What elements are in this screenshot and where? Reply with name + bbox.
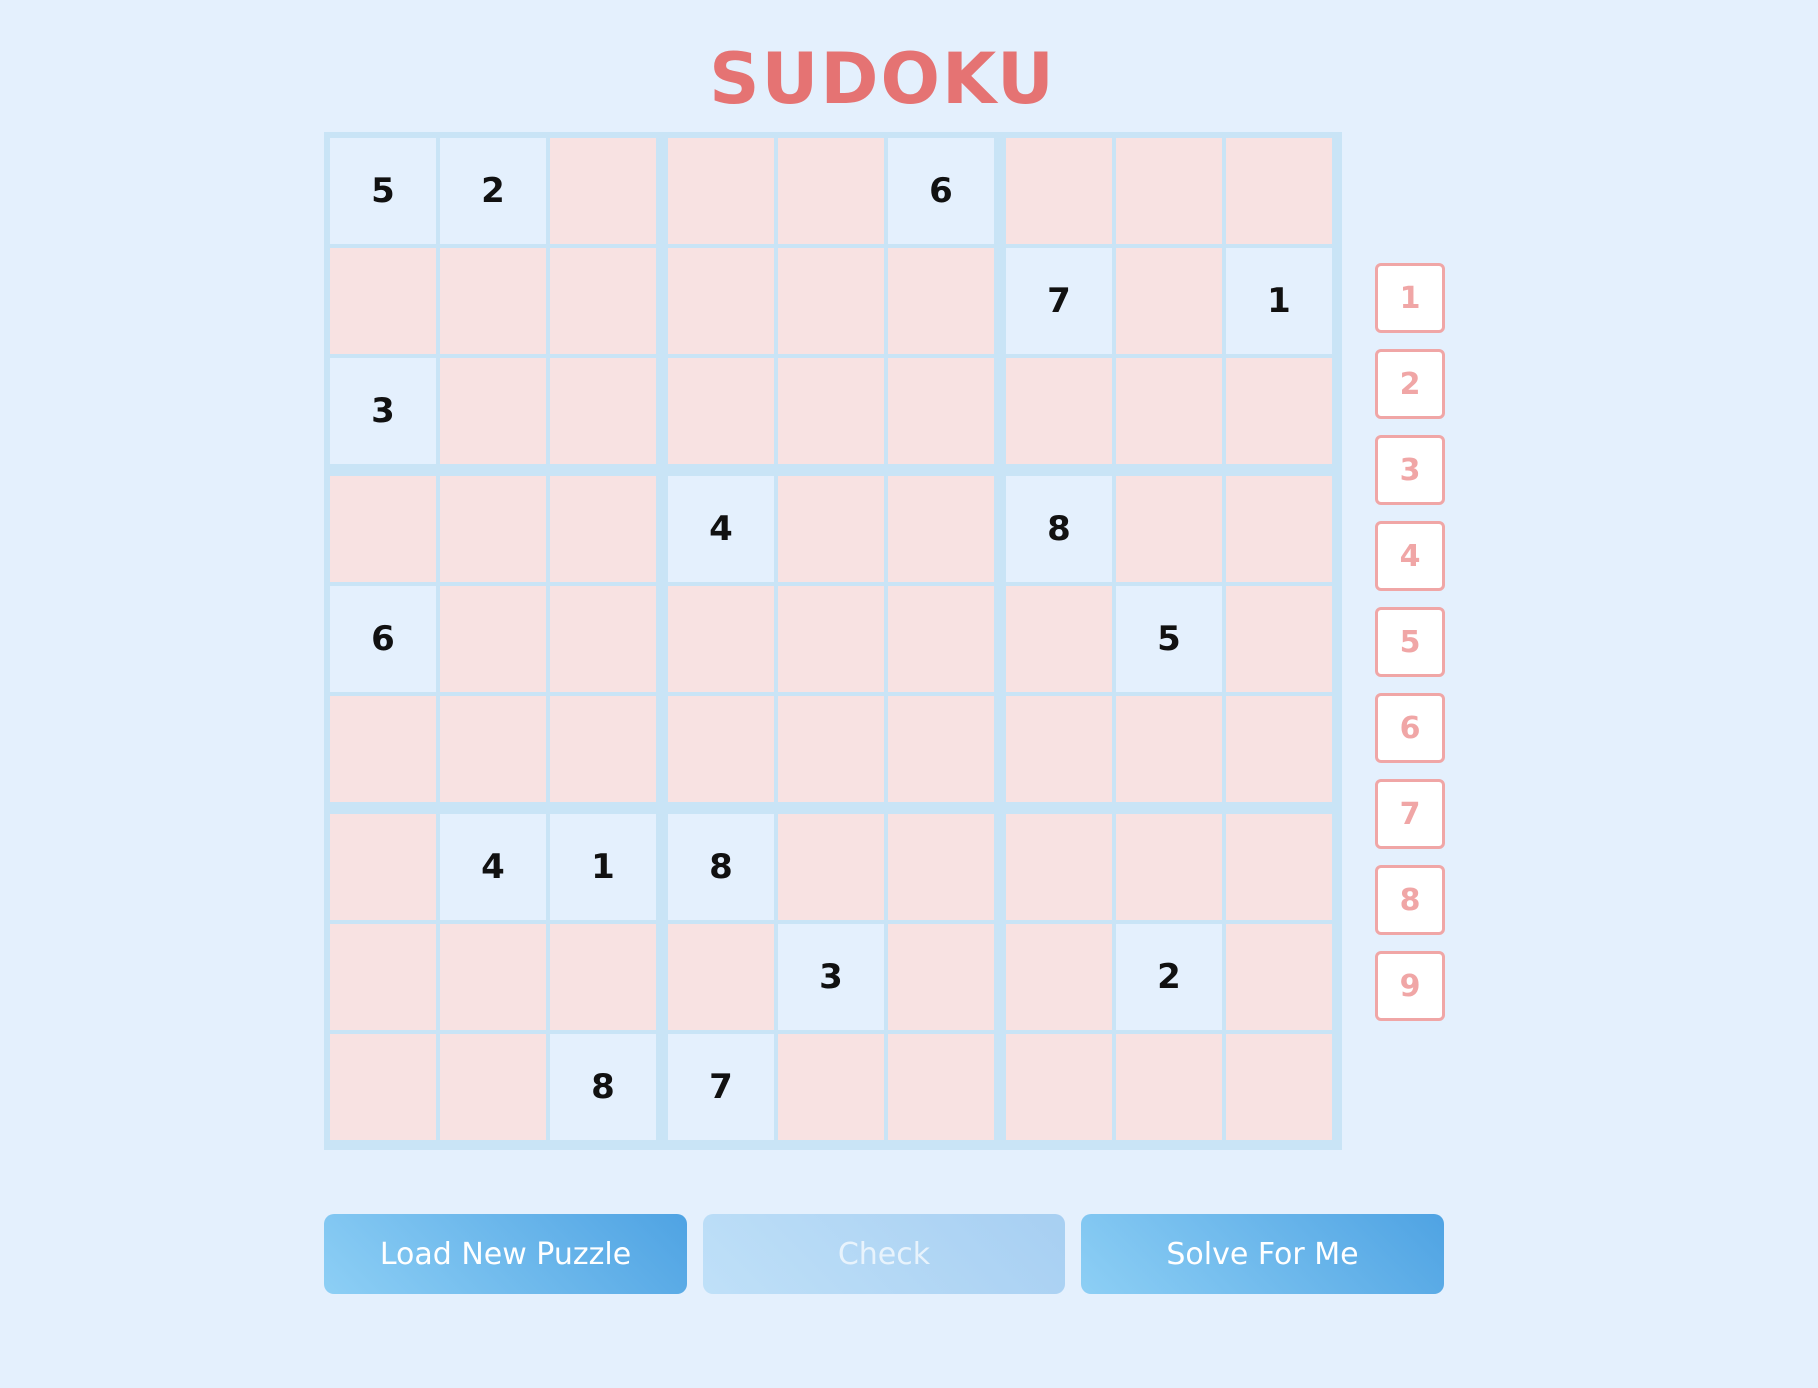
board-cell[interactable]	[1226, 358, 1332, 464]
number-pad-button[interactable]: 1	[1375, 263, 1445, 333]
board-cell[interactable]	[1116, 248, 1222, 354]
board-cell[interactable]	[1226, 814, 1332, 920]
board-cell[interactable]	[778, 476, 884, 582]
board-cell[interactable]	[778, 696, 884, 802]
board-cell[interactable]	[440, 586, 546, 692]
board-cell[interactable]	[550, 248, 656, 354]
board-cell[interactable]: 1	[1226, 248, 1332, 354]
number-pad-button[interactable]: 6	[1375, 693, 1445, 763]
board-cell[interactable]	[330, 248, 436, 354]
board-cell[interactable]	[778, 814, 884, 920]
board-cell[interactable]	[888, 476, 994, 582]
board-cell[interactable]: 4	[668, 476, 774, 582]
board-cell[interactable]	[1006, 814, 1112, 920]
board-cell[interactable]	[1116, 696, 1222, 802]
board-cell[interactable]	[550, 138, 656, 244]
board-cell[interactable]	[330, 696, 436, 802]
board-cell[interactable]: 2	[1116, 924, 1222, 1030]
board-cell[interactable]	[668, 358, 774, 464]
check-button[interactable]: Check	[703, 1214, 1065, 1294]
board-cell[interactable]	[1116, 358, 1222, 464]
board-cell[interactable]: 3	[778, 924, 884, 1030]
board-cell[interactable]	[1116, 138, 1222, 244]
board-cell[interactable]	[668, 138, 774, 244]
board-cell[interactable]	[550, 358, 656, 464]
board-cell[interactable]	[1226, 586, 1332, 692]
board-cell[interactable]	[888, 586, 994, 692]
board-cell[interactable]	[1006, 586, 1112, 692]
page-title: SUDOKU	[709, 38, 1056, 120]
board-cell[interactable]	[668, 696, 774, 802]
board-cell[interactable]: 7	[1006, 248, 1112, 354]
board-cell[interactable]	[778, 1034, 884, 1140]
load-new-puzzle-button[interactable]: Load New Puzzle	[324, 1214, 687, 1294]
board-cell[interactable]	[1006, 696, 1112, 802]
board-cell[interactable]	[888, 696, 994, 802]
board-cell[interactable]	[550, 924, 656, 1030]
board-cell[interactable]: 8	[550, 1034, 656, 1140]
board-cell[interactable]: 6	[888, 138, 994, 244]
solve-for-me-button[interactable]: Solve For Me	[1081, 1214, 1444, 1294]
number-pad-button[interactable]: 4	[1375, 521, 1445, 591]
board-cell[interactable]: 7	[668, 1034, 774, 1140]
board-cell[interactable]	[778, 138, 884, 244]
board-cell[interactable]	[550, 696, 656, 802]
board-cell[interactable]: 8	[1006, 476, 1112, 582]
board-cell[interactable]	[1116, 1034, 1222, 1140]
board-cell[interactable]	[440, 358, 546, 464]
board-cell[interactable]	[778, 248, 884, 354]
board-cell[interactable]	[888, 1034, 994, 1140]
board-cell[interactable]: 3	[330, 358, 436, 464]
board-cell[interactable]	[550, 476, 656, 582]
board-cell[interactable]: 2	[440, 138, 546, 244]
board-cell[interactable]: 8	[668, 814, 774, 920]
board-cell[interactable]	[1006, 1034, 1112, 1140]
board-cell[interactable]: 5	[1116, 586, 1222, 692]
board-cell[interactable]	[1226, 476, 1332, 582]
number-pad-button[interactable]: 9	[1375, 951, 1445, 1021]
board-cell[interactable]	[778, 358, 884, 464]
board-cell[interactable]	[440, 696, 546, 802]
board-cell[interactable]	[330, 476, 436, 582]
board-cell[interactable]	[1006, 138, 1112, 244]
board-cell[interactable]: 4	[440, 814, 546, 920]
board-cell[interactable]	[888, 248, 994, 354]
board-cell[interactable]: 5	[330, 138, 436, 244]
board-cell[interactable]	[1226, 924, 1332, 1030]
board-cell[interactable]	[1226, 1034, 1332, 1140]
board-cell[interactable]	[1226, 696, 1332, 802]
board-cell[interactable]	[330, 1034, 436, 1140]
board-cell[interactable]	[888, 924, 994, 1030]
number-pad-button[interactable]: 5	[1375, 607, 1445, 677]
board-cell[interactable]	[1006, 358, 1112, 464]
sudoku-board: 52671348654183287	[324, 132, 1342, 1150]
board-cell[interactable]	[1116, 814, 1222, 920]
board-cell[interactable]	[440, 248, 546, 354]
board-cell[interactable]	[1116, 476, 1222, 582]
board-cell[interactable]	[888, 358, 994, 464]
number-pad-button[interactable]: 3	[1375, 435, 1445, 505]
number-pad-button[interactable]: 2	[1375, 349, 1445, 419]
board-cell[interactable]	[668, 586, 774, 692]
board-cell[interactable]	[778, 586, 884, 692]
board-cell[interactable]	[440, 924, 546, 1030]
board-cell[interactable]	[1226, 138, 1332, 244]
board-cell[interactable]	[440, 1034, 546, 1140]
number-pad-button[interactable]: 7	[1375, 779, 1445, 849]
board-cell[interactable]: 6	[330, 586, 436, 692]
board-cell[interactable]: 1	[550, 814, 656, 920]
board-cell[interactable]	[330, 924, 436, 1030]
board-cell[interactable]	[330, 814, 436, 920]
board-cell[interactable]	[440, 476, 546, 582]
board-cell[interactable]	[668, 924, 774, 1030]
board-cell[interactable]	[888, 814, 994, 920]
board-cell[interactable]	[1006, 924, 1112, 1030]
board-cell[interactable]	[668, 248, 774, 354]
number-pad-button[interactable]: 8	[1375, 865, 1445, 935]
board-cell[interactable]	[550, 586, 656, 692]
